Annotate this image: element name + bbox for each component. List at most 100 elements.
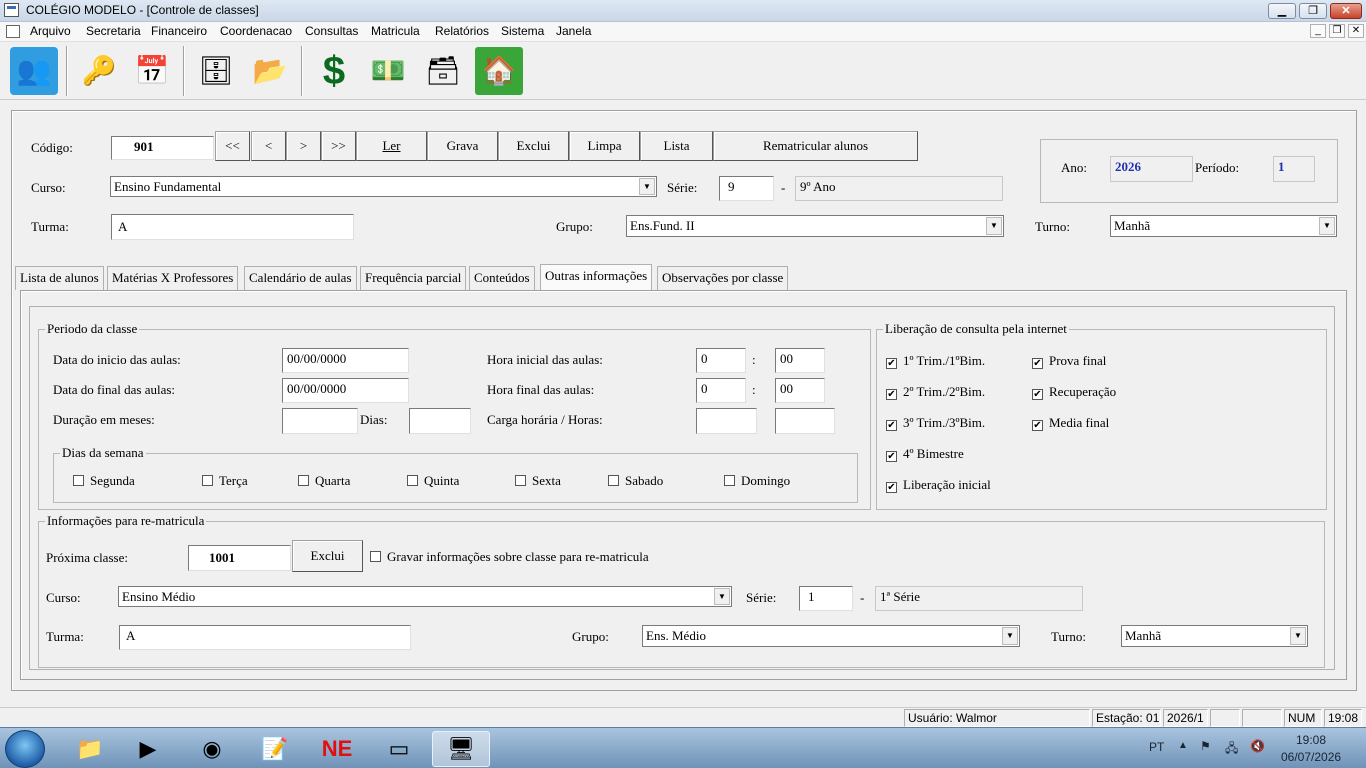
- tab-outras-informacoes[interactable]: Outras informações: [540, 264, 653, 290]
- rm-serie-input[interactable]: 1: [799, 586, 853, 611]
- ler-button[interactable]: Ler: [356, 131, 427, 161]
- chevron-down-icon[interactable]: ▼: [986, 217, 1002, 235]
- checkbox-terca[interactable]: Terça: [202, 473, 248, 489]
- menu-relatorios[interactable]: Relatórios: [435, 24, 489, 38]
- money-icon[interactable]: 💵: [364, 47, 412, 95]
- checkbox-checked-icon[interactable]: ✔: [1032, 358, 1043, 369]
- network-icon[interactable]: 🖧: [1225, 739, 1238, 760]
- close-button[interactable]: ✕: [1330, 3, 1362, 19]
- media-player-icon[interactable]: ▶: [120, 731, 176, 767]
- rematricular-button[interactable]: Rematricular alunos: [713, 131, 918, 161]
- chevron-down-icon[interactable]: ▼: [1290, 627, 1306, 645]
- checkbox-quinta[interactable]: Quinta: [407, 473, 459, 489]
- checkbox-box[interactable]: [298, 475, 309, 486]
- minimize-button[interactable]: ▁: [1268, 3, 1296, 19]
- file-cabinet-icon[interactable]: 🗄: [192, 47, 240, 95]
- home-icon[interactable]: 🏠: [475, 47, 523, 95]
- file-cabinet-m-icon[interactable]: 🗃: [419, 47, 467, 95]
- contacts-icon[interactable]: 👥: [10, 47, 58, 95]
- carga-horaria-input[interactable]: [696, 408, 757, 434]
- checkbox-box[interactable]: [73, 475, 84, 486]
- proxima-classe-input[interactable]: 1001: [188, 545, 291, 571]
- dias-input[interactable]: [409, 408, 471, 434]
- lista-button[interactable]: Lista: [640, 131, 713, 161]
- checkbox-sexta[interactable]: Sexta: [515, 473, 561, 489]
- tab-calendario[interactable]: Calendário de aulas: [244, 266, 357, 290]
- checkbox-box[interactable]: [370, 551, 381, 562]
- chevron-down-icon[interactable]: ▼: [1002, 627, 1018, 645]
- menu-matricula[interactable]: Matricula: [371, 24, 420, 38]
- prev-record-button[interactable]: <: [251, 131, 286, 161]
- clock-date[interactable]: 06/07/2026: [1281, 750, 1341, 764]
- serie-input[interactable]: 9: [719, 176, 774, 201]
- checkbox-domingo[interactable]: Domingo: [724, 473, 790, 489]
- tab-observacoes[interactable]: Observações por classe: [657, 266, 789, 290]
- rm-grupo-select[interactable]: Ens. Médio ▼: [642, 625, 1020, 647]
- chrome-icon[interactable]: ◉: [184, 731, 240, 767]
- checkbox-checked-icon[interactable]: ✔: [1032, 420, 1043, 431]
- mdi-restore-button[interactable]: ❐: [1329, 24, 1345, 38]
- grupo-select[interactable]: Ens.Fund. II ▼: [626, 215, 1004, 237]
- horas-input[interactable]: [775, 408, 835, 434]
- checkbox-gravar-rematricula[interactable]: Gravar informações sobre classe para re-…: [370, 549, 649, 565]
- checkbox-liberacao-inicial[interactable]: ✔ Liberação inicial: [886, 477, 991, 493]
- rm-curso-select[interactable]: Ensino Médio ▼: [118, 586, 732, 607]
- checkbox-prova-final[interactable]: ✔ Prova final: [1032, 353, 1106, 369]
- rm-turno-select[interactable]: Manhã ▼: [1121, 625, 1308, 647]
- checkbox-sabado[interactable]: Sabado: [608, 473, 663, 489]
- tray-expand-icon[interactable]: ▲: [1178, 740, 1188, 751]
- documents-icon[interactable]: 📂: [246, 47, 294, 95]
- checkbox-checked-icon[interactable]: ✔: [886, 389, 897, 400]
- limpa-button[interactable]: Limpa: [569, 131, 640, 161]
- hora-final-minuto-input[interactable]: 00: [775, 378, 825, 403]
- checkbox-media-final[interactable]: ✔ Media final: [1032, 415, 1109, 431]
- hora-inicial-hora-input[interactable]: 0: [696, 348, 746, 373]
- keys-icon[interactable]: 🔑: [75, 47, 123, 95]
- ne-app-icon[interactable]: NE: [309, 731, 365, 767]
- tab-conteudos[interactable]: Conteúdos: [469, 266, 535, 290]
- cmd-icon[interactable]: ▭: [371, 731, 427, 767]
- duracao-input[interactable]: [282, 408, 358, 434]
- hora-inicial-minuto-input[interactable]: 00: [775, 348, 825, 373]
- rm-turma-input[interactable]: A: [119, 625, 411, 650]
- volume-icon[interactable]: 🔇: [1250, 739, 1265, 753]
- exclui-button[interactable]: Exclui: [498, 131, 569, 161]
- colegio-app-icon[interactable]: 🖥: [432, 731, 490, 767]
- mdi-child-icon[interactable]: [6, 25, 20, 38]
- mdi-close-button[interactable]: ✕: [1348, 24, 1364, 38]
- chevron-down-icon[interactable]: ▼: [714, 588, 730, 605]
- checkbox-box[interactable]: [608, 475, 619, 486]
- menu-coordenacao[interactable]: Coordenacao: [220, 24, 292, 38]
- checkbox-segunda[interactable]: Segunda: [73, 473, 135, 489]
- checkbox-box[interactable]: [515, 475, 526, 486]
- data-inicio-input[interactable]: 00/00/0000: [282, 348, 409, 373]
- checkbox-checked-icon[interactable]: ✔: [886, 358, 897, 369]
- menu-financeiro[interactable]: Financeiro: [151, 24, 207, 38]
- checkbox-2-trim[interactable]: ✔ 2º Trim./2ºBim.: [886, 384, 985, 400]
- grava-button[interactable]: Grava: [427, 131, 498, 161]
- data-final-input[interactable]: 00/00/0000: [282, 378, 409, 403]
- checkbox-4-bimestre[interactable]: ✔ 4º Bimestre: [886, 446, 964, 462]
- language-indicator[interactable]: PT: [1149, 740, 1164, 754]
- checkbox-checked-icon[interactable]: ✔: [886, 451, 897, 462]
- chevron-down-icon[interactable]: ▼: [1319, 217, 1335, 235]
- turma-input[interactable]: A: [111, 214, 354, 240]
- checkbox-recuperacao[interactable]: ✔ Recuperação: [1032, 384, 1116, 400]
- checkbox-3-trim[interactable]: ✔ 3º Trim./3ºBim.: [886, 415, 985, 431]
- chevron-down-icon[interactable]: ▼: [639, 178, 655, 195]
- checkbox-quarta[interactable]: Quarta: [298, 473, 350, 489]
- turno-select[interactable]: Manhã ▼: [1110, 215, 1337, 237]
- checkbox-box[interactable]: [202, 475, 213, 486]
- tab-frequencia[interactable]: Frequência parcial: [360, 266, 467, 290]
- dollar-icon[interactable]: $: [310, 47, 358, 95]
- menu-consultas[interactable]: Consultas: [305, 24, 358, 38]
- calendar-icon[interactable]: 📅: [128, 47, 176, 95]
- notepad-plus-icon[interactable]: 📝: [247, 731, 303, 767]
- codigo-input[interactable]: 901: [111, 136, 214, 160]
- tab-lista-de-alunos[interactable]: Lista de alunos: [15, 266, 104, 290]
- menu-arquivo[interactable]: Arquivo: [30, 24, 71, 38]
- hora-final-hora-input[interactable]: 0: [696, 378, 746, 403]
- menu-janela[interactable]: Janela: [556, 24, 591, 38]
- action-center-icon[interactable]: ⚑: [1200, 739, 1211, 753]
- last-record-button[interactable]: >>: [321, 131, 356, 161]
